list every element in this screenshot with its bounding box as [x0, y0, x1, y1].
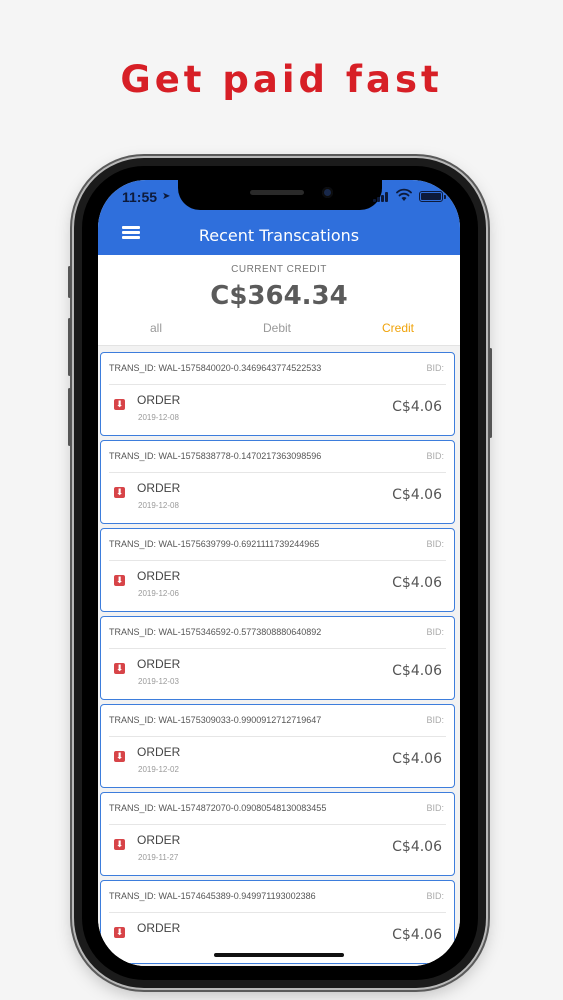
arrow-down-icon: ⬇ — [114, 575, 125, 586]
transaction-type: ORDER — [137, 393, 181, 407]
transaction-type: ORDER — [137, 569, 181, 583]
transaction-card[interactable]: TRANS_ID: WAL-1575639799-0.6921111739244… — [100, 528, 455, 612]
location-arrow-icon: ➤ — [162, 191, 171, 202]
battery-icon — [419, 191, 446, 202]
arrow-down-icon: ⬇ — [114, 663, 125, 674]
transaction-card[interactable]: TRANS_ID: WAL-1574872070-0.0908054813008… — [100, 792, 455, 876]
transaction-date: 2019-12-08 — [138, 413, 179, 422]
card-divider — [109, 736, 446, 737]
transaction-date: 2019-11-27 — [138, 853, 179, 862]
transaction-card[interactable]: TRANS_ID: WAL-1574645389-0.9499711930023… — [100, 880, 455, 964]
transaction-id: TRANS_ID: WAL-1575309033-0.9900912712719… — [109, 715, 322, 725]
transaction-id: TRANS_ID: WAL-1575346592-0.5773808880640… — [109, 627, 322, 637]
app-bar: 11:55 ➤ Recent Transcations — [98, 180, 460, 255]
current-credit-label: CURRENT CREDIT — [231, 264, 327, 275]
phone-side-button — [68, 266, 71, 298]
transaction-type: ORDER — [137, 745, 181, 759]
transaction-id: TRANS_ID: WAL-1575838778-0.1470217363098… — [109, 451, 322, 461]
home-indicator[interactable] — [214, 953, 344, 957]
phone-notch — [178, 180, 382, 210]
arrow-down-icon: ⬇ — [114, 487, 125, 498]
phone-volume-up-button — [68, 318, 71, 376]
bid-label: BID: — [426, 803, 444, 813]
arrow-down-icon: ⬇ — [114, 839, 125, 850]
transaction-card[interactable]: TRANS_ID: WAL-1575840020-0.3469643774522… — [100, 352, 455, 436]
transaction-date: 2019-12-06 — [138, 589, 179, 598]
tab-debit[interactable]: Debit — [263, 321, 291, 335]
tab-all[interactable]: all — [150, 321, 162, 335]
transaction-date: 2019-12-08 — [138, 501, 179, 510]
transaction-amount: C$4.06 — [392, 575, 442, 591]
transaction-amount: C$4.06 — [392, 663, 442, 679]
card-divider — [109, 560, 446, 561]
phone-volume-down-button — [68, 388, 71, 446]
filter-tabs: all Debit Credit — [98, 321, 460, 343]
card-divider — [109, 912, 446, 913]
card-divider — [109, 384, 446, 385]
transaction-list: TRANS_ID: WAL-1575840020-0.3469643774522… — [98, 345, 460, 966]
transaction-type: ORDER — [137, 657, 181, 671]
transaction-amount: C$4.06 — [392, 927, 442, 943]
current-credit-amount: C$364.34 — [210, 281, 348, 311]
transaction-card[interactable]: TRANS_ID: WAL-1575346592-0.5773808880640… — [100, 616, 455, 700]
app-screen: 11:55 ➤ Recent Transcations CURRENT CRED… — [98, 180, 460, 966]
transaction-id: TRANS_ID: WAL-1574645389-0.9499711930023… — [109, 891, 316, 901]
front-camera — [322, 187, 333, 198]
transaction-id: TRANS_ID: WAL-1575639799-0.6921111739244… — [109, 539, 320, 549]
arrow-down-icon: ⬇ — [114, 751, 125, 762]
transaction-amount: C$4.06 — [392, 839, 442, 855]
bid-label: BID: — [426, 891, 444, 901]
bid-label: BID: — [426, 627, 444, 637]
bid-label: BID: — [426, 539, 444, 549]
headline: Get paid fast — [120, 58, 443, 101]
card-divider — [109, 648, 446, 649]
transaction-amount: C$4.06 — [392, 399, 442, 415]
transaction-id: TRANS_ID: WAL-1574872070-0.0908054813008… — [109, 803, 327, 813]
transaction-type: ORDER — [137, 921, 181, 935]
transaction-type: ORDER — [137, 481, 181, 495]
card-divider — [109, 472, 446, 473]
transaction-card[interactable]: TRANS_ID: WAL-1575838778-0.1470217363098… — [100, 440, 455, 524]
page-title: Recent Transcations — [198, 226, 360, 245]
transaction-date: 2019-12-03 — [138, 677, 179, 686]
arrow-down-icon: ⬇ — [114, 399, 125, 410]
transaction-type: ORDER — [137, 833, 181, 847]
speaker-grille — [250, 190, 304, 195]
arrow-down-icon: ⬇ — [114, 927, 125, 938]
status-time: 11:55 — [122, 189, 158, 205]
transaction-date: 2019-12-02 — [138, 765, 179, 774]
bid-label: BID: — [426, 715, 444, 725]
cellular-signal-icon — [373, 192, 389, 202]
bid-label: BID: — [426, 451, 444, 461]
tab-credit[interactable]: Credit — [382, 321, 414, 335]
transaction-card[interactable]: TRANS_ID: WAL-1575309033-0.9900912712719… — [100, 704, 455, 788]
phone-power-button — [489, 348, 492, 438]
transaction-amount: C$4.06 — [392, 487, 442, 503]
transaction-amount: C$4.06 — [392, 751, 442, 767]
card-divider — [109, 824, 446, 825]
bid-label: BID: — [426, 363, 444, 373]
wifi-icon — [396, 188, 412, 201]
transaction-id: TRANS_ID: WAL-1575840020-0.3469643774522… — [109, 363, 322, 373]
